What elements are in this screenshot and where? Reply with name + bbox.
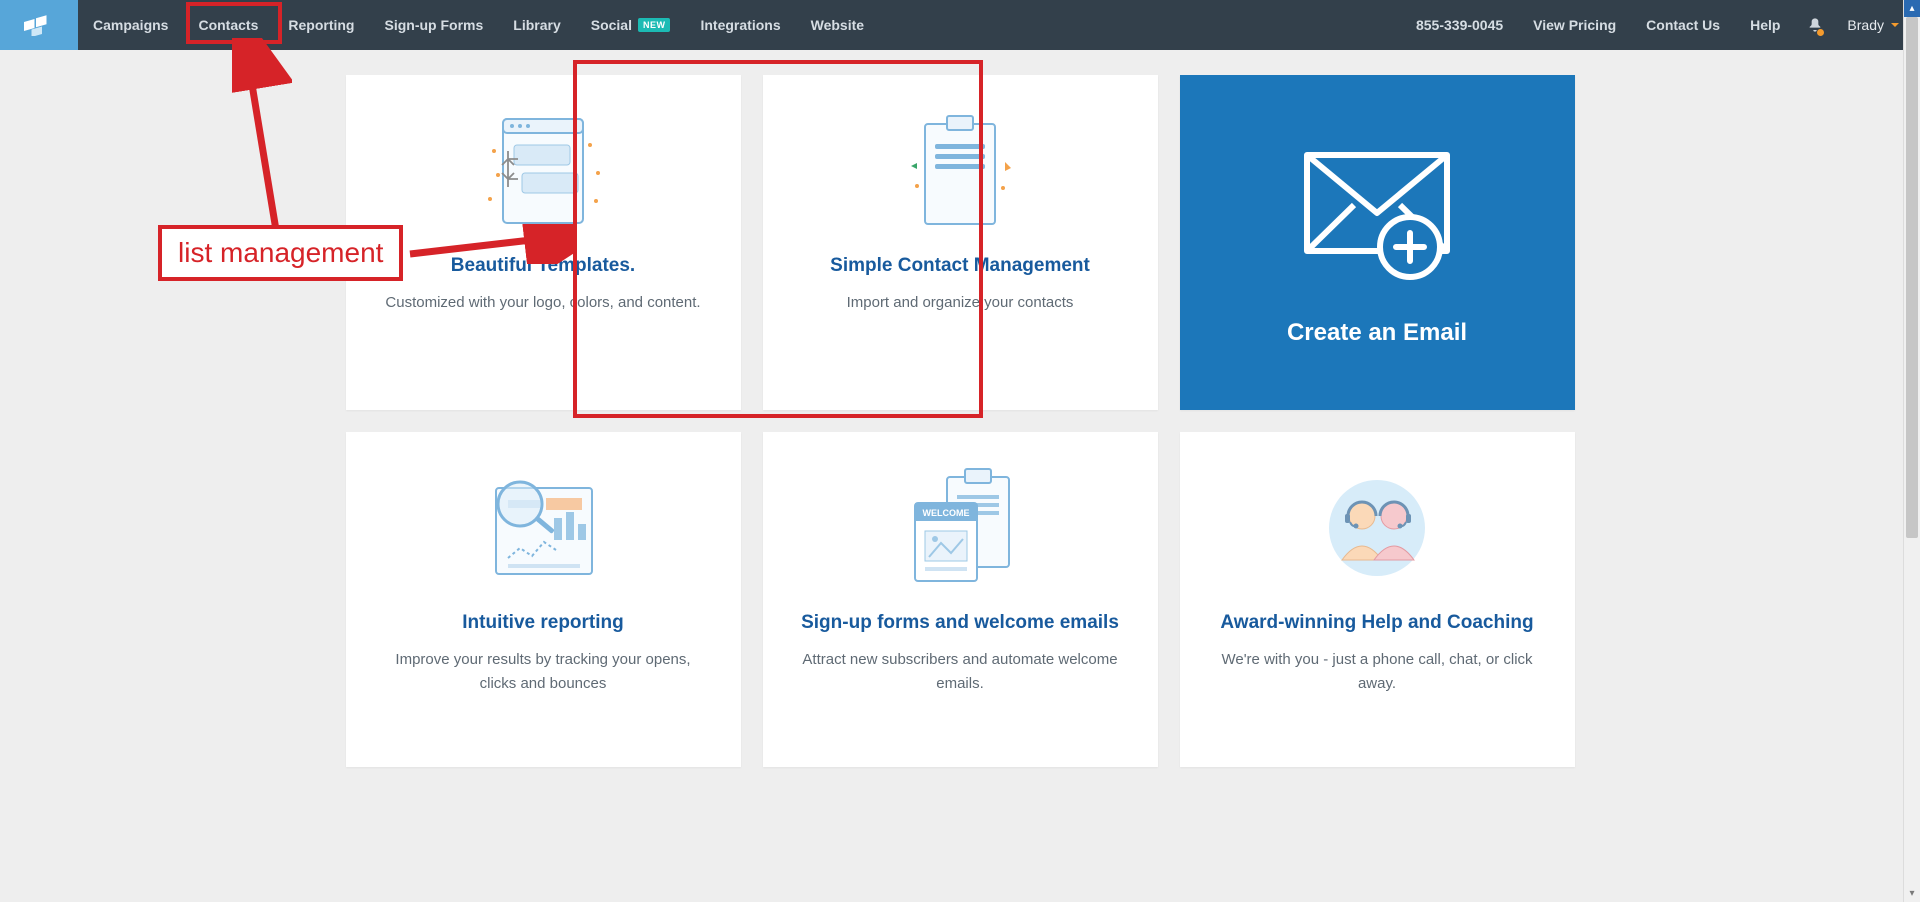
nav-label: 855-339-0045 [1416, 17, 1503, 33]
nav-label: Integrations [700, 17, 780, 33]
card-desc: Import and organize your contacts [847, 291, 1074, 315]
nav-help[interactable]: Help [1735, 0, 1795, 50]
logo-icon [24, 14, 54, 36]
nav-contacts[interactable]: Contacts [183, 0, 273, 50]
nav-integrations[interactable]: Integrations [685, 0, 795, 50]
nav-library[interactable]: Library [498, 0, 575, 50]
nav-label: Reporting [288, 17, 354, 33]
notifications-button[interactable] [1795, 0, 1835, 50]
nav-label: Sign-up Forms [384, 17, 483, 33]
templates-icon [478, 101, 608, 241]
reporting-icon [468, 458, 618, 598]
dashboard-grid: Beautiful Templates. Customized with you… [345, 50, 1575, 807]
nav-contact[interactable]: Contact Us [1631, 0, 1735, 50]
svg-text:WELCOME: WELCOME [923, 508, 970, 518]
nav-signup-forms[interactable]: Sign-up Forms [369, 0, 498, 50]
card-desc: We're with you - just a phone call, chat… [1214, 648, 1541, 696]
card-title: Intuitive reporting [462, 612, 624, 634]
scroll-up-icon[interactable]: ▴ [1904, 0, 1920, 17]
nav-label: Website [811, 17, 864, 33]
scroll-down-icon[interactable]: ▾ [1904, 885, 1920, 902]
scrollbar[interactable]: ▴ ▾ [1903, 0, 1920, 902]
user-menu[interactable]: Brady [1835, 17, 1906, 33]
clipboard-icon [895, 101, 1025, 241]
annotation-arrow-up [232, 38, 292, 238]
nav-left: Campaigns Contacts Reporting Sign-up For… [78, 0, 879, 50]
logo[interactable] [0, 0, 78, 50]
nav-website[interactable]: Website [796, 0, 879, 50]
nav-right: 855-339-0045 View Pricing Contact Us Hel… [1401, 0, 1920, 50]
nav-label: Contact Us [1646, 17, 1720, 33]
card-desc: Attract new subscribers and automate wel… [797, 648, 1124, 696]
nav-label: Help [1750, 17, 1780, 33]
scroll-thumb[interactable] [1906, 17, 1918, 538]
card-desc: Customized with your logo, colors, and c… [385, 291, 700, 315]
card-help-coaching[interactable]: Award-winning Help and Coaching We're wi… [1180, 432, 1575, 767]
card-reporting[interactable]: Intuitive reporting Improve your results… [346, 432, 741, 767]
notification-dot-icon [1817, 29, 1824, 36]
user-name: Brady [1847, 17, 1884, 33]
nav-label: Campaigns [93, 17, 168, 33]
card-contact-management[interactable]: Simple Contact Management Import and org… [763, 75, 1158, 410]
scroll-track[interactable] [1904, 17, 1920, 885]
card-signup-forms[interactable]: WELCOME Sign-up forms and welcome emails… [763, 432, 1158, 767]
chevron-down-icon [1890, 20, 1900, 30]
card-templates[interactable]: Beautiful Templates. Customized with you… [346, 75, 741, 410]
card-title: Beautiful Templates. [451, 255, 635, 277]
card-create-email[interactable]: Create an Email [1180, 75, 1575, 410]
new-badge: NEW [638, 18, 671, 32]
support-icon [1312, 458, 1442, 598]
nav-label: View Pricing [1533, 17, 1616, 33]
nav-campaigns[interactable]: Campaigns [78, 0, 183, 50]
card-title: Sign-up forms and welcome emails [801, 612, 1119, 634]
nav-label: Social [591, 17, 632, 33]
nav-phone[interactable]: 855-339-0045 [1401, 0, 1518, 50]
create-email-icon [1292, 135, 1462, 285]
card-title: Award-winning Help and Coaching [1220, 612, 1533, 634]
card-desc: Improve your results by tracking your op… [380, 648, 707, 696]
nav-label: Library [513, 17, 560, 33]
nav-pricing[interactable]: View Pricing [1518, 0, 1631, 50]
card-title: Create an Email [1287, 319, 1467, 347]
card-title: Simple Contact Management [830, 255, 1090, 277]
nav-reporting[interactable]: Reporting [273, 0, 369, 50]
nav-label: Contacts [198, 17, 258, 33]
nav-social[interactable]: Social NEW [576, 0, 686, 50]
signup-forms-icon: WELCOME [885, 458, 1035, 598]
top-nav: Campaigns Contacts Reporting Sign-up For… [0, 0, 1920, 50]
